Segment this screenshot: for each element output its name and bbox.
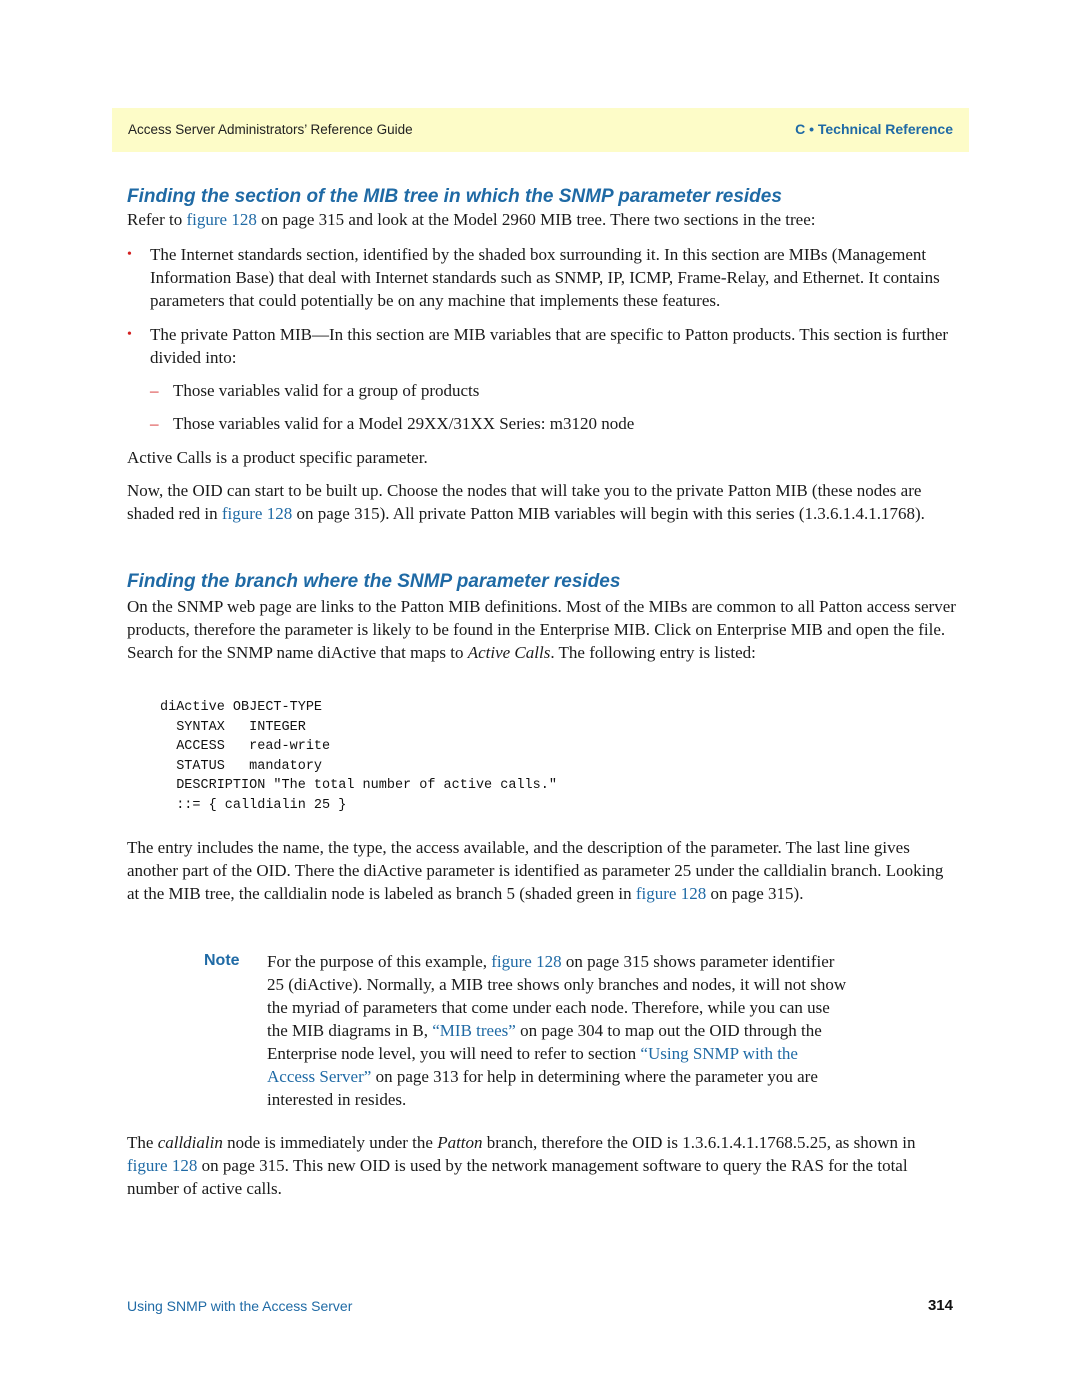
figure-link[interactable]: figure 128 xyxy=(636,884,706,903)
italic-text: calldialin xyxy=(157,1133,223,1152)
section-label: C • Technical Reference xyxy=(795,121,953,137)
text: . The following entry is listed: xyxy=(550,643,756,662)
section-heading: Finding the section of the MIB tree in w… xyxy=(127,186,782,207)
text: node is immediately under the xyxy=(222,1133,438,1152)
note-label: Note xyxy=(204,952,240,969)
paragraph: Now, the OID can start to be built up. C… xyxy=(127,479,957,525)
code-line: ::= { calldialin 25 } xyxy=(160,797,347,813)
code-line: STATUS mandatory xyxy=(160,758,323,774)
running-header: Access Server Administrators’ Reference … xyxy=(112,108,969,152)
code-line: DESCRIPTION "The total number of active … xyxy=(160,778,557,793)
bullet-text: The Internet standards section, identifi… xyxy=(150,245,940,310)
figure-link[interactable]: figure 128 xyxy=(491,952,561,971)
text: The entry includes the name, the type, t… xyxy=(127,838,944,903)
bullet-item: • The Internet standards section, identi… xyxy=(127,243,957,312)
final-paragraph: The calldialin node is immediately under… xyxy=(127,1131,957,1200)
italic-text: Patton xyxy=(437,1133,483,1152)
section1-intro: Refer to figure 128 on page 315 and look… xyxy=(127,208,957,231)
section-heading: Finding the branch where the SNMP parame… xyxy=(127,571,621,592)
active-calls-paragraph: Active Calls is a product specific param… xyxy=(127,446,957,469)
text: Refer to xyxy=(127,210,187,229)
figure-link[interactable]: figure 128 xyxy=(186,210,256,229)
paragraph: The calldialin node is immediately under… xyxy=(127,1131,957,1200)
sub-item-text: Those variables valid for a Model 29XX/3… xyxy=(173,414,635,433)
guide-title: Access Server Administrators’ Reference … xyxy=(128,122,413,137)
code-line: SYNTAX INTEGER xyxy=(160,719,306,735)
bullet-icon: • xyxy=(127,247,132,262)
italic-text: Active Calls xyxy=(467,643,551,662)
bullet-item: • The private Patton MIB—In this section… xyxy=(127,323,957,369)
sub-item: – Those variables valid for a group of p… xyxy=(150,379,950,402)
text: on page 315). xyxy=(706,884,804,903)
section2-heading-block: Finding the branch where the SNMP parame… xyxy=(127,571,957,593)
dash-icon: – xyxy=(150,381,159,400)
dash-icon: – xyxy=(150,414,159,433)
footer-chapter: Using SNMP with the Access Server xyxy=(127,1298,353,1314)
text: on page 315 and look at the Model 2960 M… xyxy=(256,210,816,229)
text: The xyxy=(127,1133,158,1152)
text: For the purpose of this example, xyxy=(267,952,492,971)
code-line: diActive OBJECT-TYPE xyxy=(160,700,323,715)
mib-trees-link[interactable]: “MIB trees” xyxy=(432,1021,516,1040)
sub-item: – Those variables valid for a Model 29XX… xyxy=(150,412,950,435)
paragraph: Refer to figure 128 on page 315 and look… xyxy=(127,208,957,231)
figure-link[interactable]: figure 128 xyxy=(222,504,292,523)
bullet-icon: • xyxy=(127,327,132,342)
code-line: ACCESS read-write xyxy=(160,739,331,754)
paragraph: On the SNMP web page are links to the Pa… xyxy=(127,595,957,664)
figure-link[interactable]: figure 128 xyxy=(127,1156,197,1175)
bullet-text: The private Patton MIB—In this section a… xyxy=(150,325,949,367)
paragraph: Active Calls is a product specific param… xyxy=(127,448,428,467)
page-number: 314 xyxy=(927,1297,953,1314)
note-text: For the purpose of this example, figure … xyxy=(267,950,847,1111)
paragraph: The entry includes the name, the type, t… xyxy=(127,836,957,905)
section1-heading-block: Finding the section of the MIB tree in w… xyxy=(127,186,957,208)
code-block: diActive OBJECT-TYPE SYNTAX INTEGER ACCE… xyxy=(160,698,557,815)
entry-paragraph: The entry includes the name, the type, t… xyxy=(127,836,957,905)
sub-item-text: Those variables valid for a group of pro… xyxy=(173,381,480,400)
text: branch, therefore the OID is 1.3.6.1.4.1… xyxy=(482,1133,916,1152)
text: on page 315). All private Patton MIB var… xyxy=(292,504,925,523)
section2-intro: On the SNMP web page are links to the Pa… xyxy=(127,595,957,664)
text: on page 315. This new OID is used by the… xyxy=(127,1156,908,1198)
oid-paragraph: Now, the OID can start to be built up. C… xyxy=(127,479,957,525)
